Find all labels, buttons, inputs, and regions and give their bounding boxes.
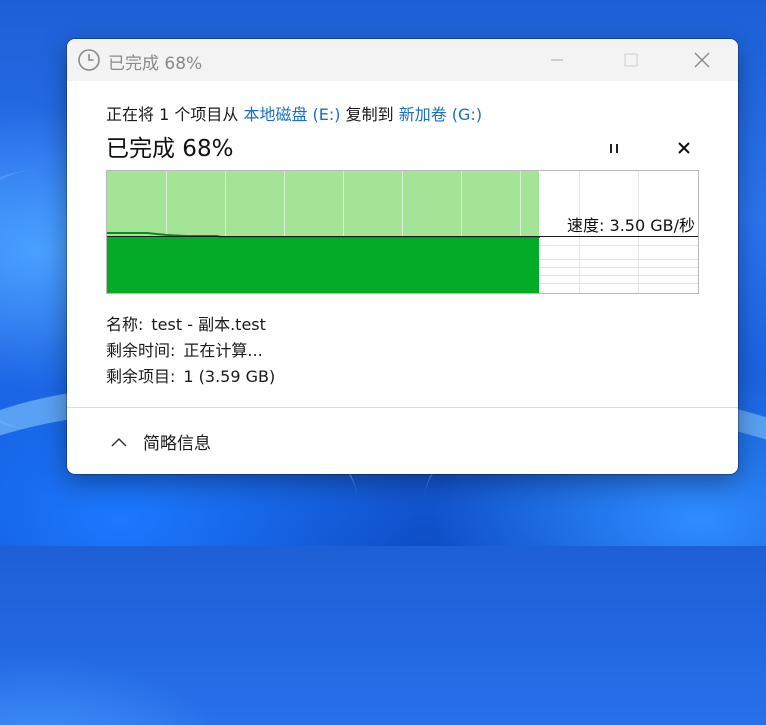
name-value: test - 副本.test	[151, 315, 266, 334]
name-row: 名称: test - 副本.test	[106, 311, 266, 335]
footer-divider	[67, 407, 738, 408]
minimize-button[interactable]	[534, 39, 580, 81]
copy-progress-dialog: 已完成 68% 正在将 1 个项目从 本地磁盘 (E:) 复制到 新加卷 (G:…	[67, 39, 738, 474]
cancel-icon	[678, 142, 690, 154]
source-link[interactable]: 本地磁盘 (E:)	[243, 105, 340, 124]
maximize-button[interactable]	[608, 39, 654, 81]
desc-prefix: 正在将 1 个项目从	[106, 105, 244, 124]
time-remaining-value: 正在计算...	[183, 341, 263, 360]
less-details-label: 简略信息	[143, 434, 211, 454]
speed-line	[107, 236, 698, 237]
progress-heading: 已完成 68%	[106, 136, 234, 162]
title-bar[interactable]: 已完成 68%	[67, 39, 738, 81]
window-close-button[interactable]	[679, 39, 725, 81]
destination-link[interactable]: 新加卷 (G:)	[399, 105, 482, 124]
items-remaining-value: 1 (3.59 GB)	[183, 367, 276, 386]
pause-icon	[610, 144, 618, 153]
time-remaining-row: 剩余时间: 正在计算...	[106, 337, 263, 361]
clock-icon	[78, 49, 100, 71]
cancel-button[interactable]	[667, 135, 701, 161]
items-remaining-row: 剩余项目: 1 (3.59 GB)	[106, 363, 275, 387]
transfer-description: 正在将 1 个项目从 本地磁盘 (E:) 复制到 新加卷 (G:)	[106, 101, 482, 125]
chevron-up-icon	[111, 437, 127, 447]
items-remaining-label: 剩余项目:	[106, 367, 176, 386]
close-icon	[694, 52, 710, 68]
desc-middle: 复制到	[340, 105, 399, 124]
window-title: 已完成 68%	[108, 54, 203, 74]
name-label: 名称:	[106, 315, 144, 334]
maximize-icon	[624, 53, 638, 67]
time-remaining-label: 剩余时间:	[106, 341, 176, 360]
speed-label: 速度: 3.50 GB/秒	[567, 216, 695, 235]
speed-graph: 速度: 3.50 GB/秒	[106, 170, 699, 294]
minimize-icon	[551, 59, 563, 61]
pause-button[interactable]	[597, 135, 631, 161]
less-details-toggle[interactable]: 简略信息	[111, 429, 211, 454]
